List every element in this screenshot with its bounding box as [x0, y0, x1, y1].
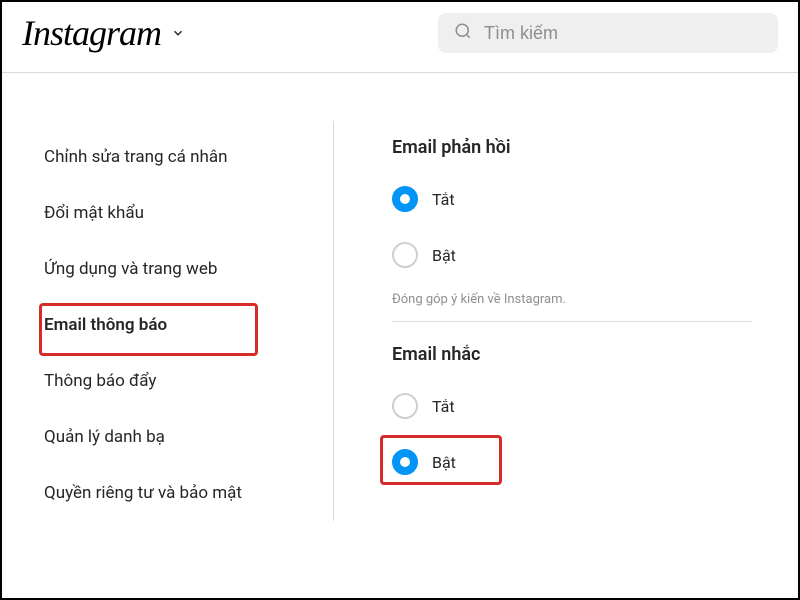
radio-label: Tắt [432, 190, 455, 209]
sidebar-item-push-notifications[interactable]: Thông báo đẩy [14, 353, 333, 409]
settings-sidebar: Chỉnh sửa trang cá nhân Đổi mật khẩu Ứng… [14, 121, 334, 521]
section-title: Email nhắc [392, 344, 786, 365]
search-icon [454, 22, 472, 44]
search-box[interactable] [438, 13, 778, 53]
content-area: Chỉnh sửa trang cá nhân Đổi mật khẩu Ứng… [2, 73, 798, 521]
radio-option-off[interactable]: Tắt [392, 180, 786, 236]
instagram-logo[interactable]: Instagram [22, 12, 161, 54]
sidebar-item-label: Quyền riêng tư và bảo mật [44, 483, 242, 503]
radio-button[interactable] [392, 449, 418, 475]
radio-option-off[interactable]: Tắt [392, 387, 786, 443]
section-title: Email phản hồi [392, 137, 786, 158]
radio-option-on[interactable]: Bật [392, 443, 786, 499]
radio-button[interactable] [392, 186, 418, 212]
radio-button[interactable] [392, 393, 418, 419]
sidebar-item-label: Quản lý danh bạ [44, 427, 165, 447]
sidebar-item-change-password[interactable]: Đổi mật khẩu [14, 185, 333, 241]
sidebar-item-label: Email thông báo [44, 315, 167, 335]
radio-label: Tắt [432, 397, 455, 416]
sidebar-item-privacy-security[interactable]: Quyền riêng tư và bảo mật [14, 465, 333, 521]
reminder-email-section: Email nhắc Tắt Bật [392, 344, 786, 499]
chevron-down-icon[interactable] [171, 26, 185, 40]
radio-button[interactable] [392, 242, 418, 268]
sidebar-item-label: Thông báo đẩy [44, 371, 156, 391]
sidebar-item-label: Chỉnh sửa trang cá nhân [44, 147, 228, 167]
sidebar-item-apps-websites[interactable]: Ứng dụng và trang web [14, 241, 333, 297]
sidebar-item-manage-contacts[interactable]: Quản lý danh bạ [14, 409, 333, 465]
header: Instagram [2, 2, 798, 73]
feedback-email-section: Email phản hồi Tắt Bật Đóng góp ý kiến v… [392, 137, 786, 322]
search-input[interactable] [484, 23, 762, 44]
sidebar-item-edit-profile[interactable]: Chỉnh sửa trang cá nhân [14, 129, 333, 185]
radio-option-on[interactable]: Bật [392, 236, 786, 292]
sidebar-item-label: Ứng dụng và trang web [44, 259, 217, 279]
section-description: Đóng góp ý kiến về Instagram. [392, 292, 752, 322]
sidebar-item-email-notifications[interactable]: Email thông báo [14, 297, 333, 353]
main-panel: Email phản hồi Tắt Bật Đóng góp ý kiến v… [334, 121, 786, 521]
sidebar-item-label: Đổi mật khẩu [44, 203, 144, 223]
radio-label: Bật [432, 453, 456, 472]
radio-label: Bật [432, 246, 456, 265]
